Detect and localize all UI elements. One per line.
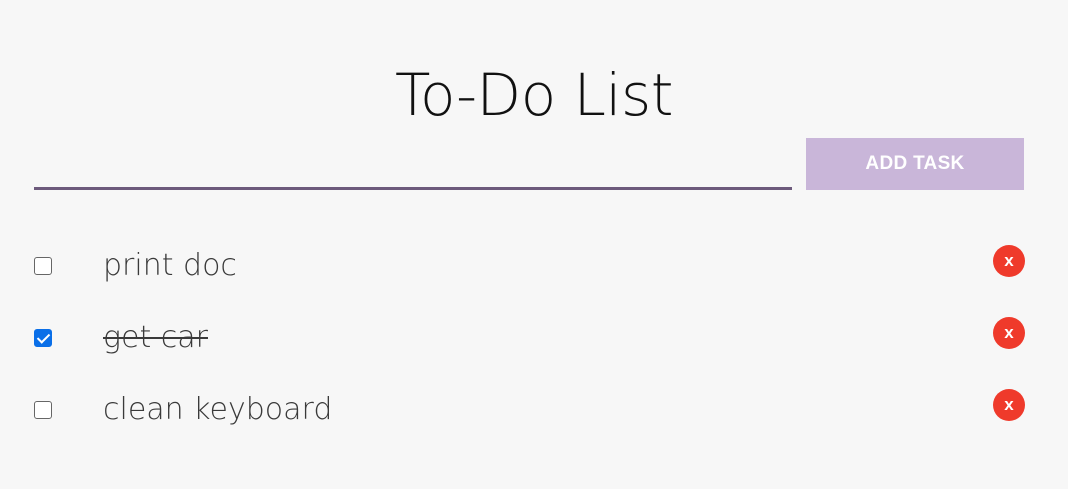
delete-task-button[interactable]: x: [993, 389, 1025, 421]
add-task-button[interactable]: ADD TASK: [806, 138, 1024, 190]
task-item: print doc x: [0, 242, 1068, 290]
task-label: print doc: [103, 248, 237, 283]
page-title: To-Do List: [394, 60, 674, 129]
delete-task-button[interactable]: x: [993, 317, 1025, 349]
delete-task-button[interactable]: x: [993, 245, 1025, 277]
task-checkbox[interactable]: [34, 401, 52, 419]
task-item: clean keyboard x: [0, 386, 1068, 434]
task-checkbox[interactable]: [34, 329, 52, 347]
task-item: get car x: [0, 314, 1068, 362]
task-label: clean keyboard: [103, 392, 333, 427]
new-task-input[interactable]: [34, 150, 792, 190]
task-checkbox[interactable]: [34, 257, 52, 275]
task-label: get car: [103, 320, 208, 355]
